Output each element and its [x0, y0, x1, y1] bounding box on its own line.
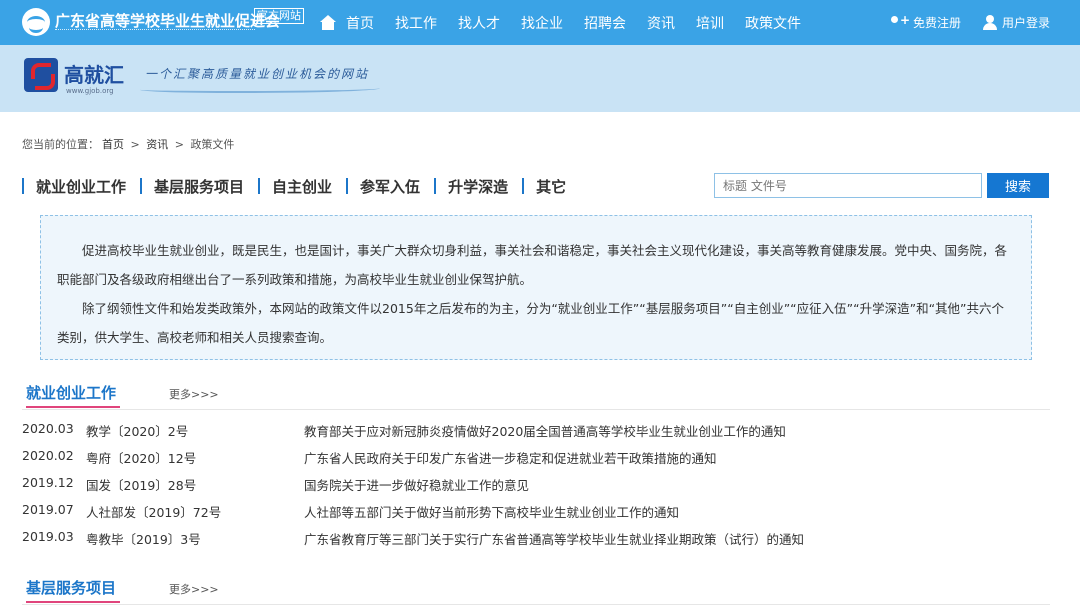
login-link[interactable]: 用户登录 — [982, 14, 1050, 31]
policy-date: 2019.03 — [22, 529, 74, 544]
home-icon[interactable] — [320, 14, 336, 31]
brand-name: 高就汇 — [64, 63, 124, 87]
section-title-underline — [26, 601, 120, 603]
nav-find-job[interactable]: 找工作 — [395, 13, 437, 33]
policy-doc-number: 人社部发〔2019〕72号 — [86, 505, 222, 520]
brand-domain: www.gjob.org — [66, 87, 114, 95]
nav-training[interactable]: 培训 — [696, 13, 724, 33]
section-title: 基层服务项目 — [26, 579, 117, 597]
section-grassroots-service: 基层服务项目 更多>>> — [22, 575, 1050, 605]
search-input[interactable] — [714, 173, 982, 198]
tab-divider — [346, 178, 349, 194]
tab-label: 其它 — [536, 177, 567, 196]
tab-label: 参军入伍 — [360, 177, 421, 196]
top-navbar: 广东省高等学校毕业生就业促进会 官方网站 首页 找工作 找人才 找企业 招聘会 … — [0, 0, 1080, 45]
association-logo-icon — [22, 8, 50, 36]
tab-divider — [434, 178, 437, 194]
section-header: 基层服务项目 更多>>> — [22, 575, 1050, 605]
official-site-badge: 官方网站 — [254, 8, 304, 24]
breadcrumb-home[interactable]: 首页 — [102, 138, 124, 151]
brand-banner: 高就汇 www.gjob.org 一个汇聚高质量就业创业机会的网站 — [0, 45, 1080, 112]
slogan-swoosh — [140, 85, 380, 93]
breadcrumb-current: 政策文件 — [190, 138, 235, 151]
policy-doc-number: 粤府〔2020〕12号 — [86, 451, 197, 466]
policy-doc-number: 粤教毕〔2019〕3号 — [86, 532, 201, 547]
tab-military-enlistment[interactable]: 参军入伍 — [346, 176, 434, 197]
policy-title[interactable]: 广东省人民政府关于印发广东省进一步稳定和促进就业若干政策措施的通知 — [304, 448, 717, 467]
policy-row[interactable]: 2020.02 粤府〔2020〕12号 广东省人民政府关于印发广东省进一步稳定和… — [22, 448, 1050, 475]
tab-employment-entrepreneurship[interactable]: 就业创业工作 — [22, 176, 140, 197]
tab-label: 升学深造 — [448, 177, 509, 196]
register-label: 免费注册 — [912, 16, 961, 30]
site-name: 广东省高等学校毕业生就业促进会 — [55, 12, 281, 30]
category-tabs: 就业创业工作 基层服务项目 自主创业 参军入伍 升学深造 其它 — [22, 175, 580, 197]
policy-date: 2020.03 — [22, 421, 74, 436]
intro-paragraph: 除了纲领性文件和始发类政策外，本网站的政策文件以2015年之后发布的为主，分为“… — [57, 301, 1005, 345]
nav-job-fair[interactable]: 招聘会 — [584, 13, 626, 33]
brand-slogan: 一个汇聚高质量就业创业机会的网站 — [145, 67, 370, 81]
tab-other[interactable]: 其它 — [522, 176, 580, 197]
tab-divider — [140, 178, 143, 194]
policy-doc-number: 国发〔2019〕28号 — [86, 478, 197, 493]
search-button[interactable]: 搜索 — [987, 173, 1049, 198]
policy-date: 2019.12 — [22, 475, 74, 490]
section-employment-entrepreneurship: 就业创业工作 更多>>> 2020.03 教学〔2020〕2号 教育部关于应对新… — [22, 380, 1050, 556]
nav-find-talent[interactable]: 找人才 — [458, 13, 500, 33]
policy-doc-number: 教学〔2020〕2号 — [86, 424, 189, 439]
policy-title[interactable]: 国务院关于进一步做好稳就业工作的意见 — [304, 475, 529, 494]
more-link[interactable]: 更多>>> — [169, 581, 219, 597]
site-name-underline — [55, 29, 255, 33]
nav-news[interactable]: 资讯 — [647, 13, 675, 33]
breadcrumb: 您当前的位置： 首页 > 资讯 > 政策文件 — [22, 136, 237, 152]
nav-policy-docs[interactable]: 政策文件 — [745, 13, 801, 33]
tab-divider — [22, 178, 24, 194]
main-nav: 首页 找工作 找人才 找企业 招聘会 资讯 培训 政策文件 — [320, 0, 822, 45]
section-title-underline — [26, 406, 120, 408]
policy-list: 2020.03 教学〔2020〕2号 教育部关于应对新冠肺炎疫情做好2020届全… — [22, 421, 1050, 556]
breadcrumb-news[interactable]: 资讯 — [146, 138, 168, 151]
tab-label: 就业创业工作 — [36, 177, 127, 196]
login-label: 用户登录 — [1001, 16, 1050, 30]
auth-links: 免费注册 用户登录 — [867, 0, 1050, 45]
tab-grassroots-service[interactable]: 基层服务项目 — [140, 176, 258, 197]
site-logo[interactable]: 广东省高等学校毕业生就业促进会 官方网站 — [22, 5, 312, 41]
intro-paragraph: 促进高校毕业生就业创业，既是民生，也是国计，事关广大群众切身利益，事关社会和谐稳… — [57, 243, 1008, 287]
tab-further-study[interactable]: 升学深造 — [434, 176, 522, 197]
breadcrumb-separator: > — [174, 138, 184, 151]
tab-divider — [522, 178, 525, 194]
section-title: 就业创业工作 — [26, 384, 117, 402]
tab-self-employment[interactable]: 自主创业 — [258, 176, 346, 197]
breadcrumb-prefix: 您当前的位置： — [22, 138, 99, 151]
policy-title[interactable]: 教育部关于应对新冠肺炎疫情做好2020届全国普通高等学校毕业生就业创业工作的通知 — [304, 421, 786, 440]
brand-logo-icon[interactable] — [24, 58, 58, 92]
tab-label: 自主创业 — [272, 177, 333, 196]
nav-find-company[interactable]: 找企业 — [521, 13, 563, 33]
more-link[interactable]: 更多>>> — [169, 386, 219, 402]
section-header: 就业创业工作 更多>>> — [22, 380, 1050, 410]
intro-box: 促进高校毕业生就业创业，既是民生，也是国计，事关广大群众切身利益，事关社会和谐稳… — [40, 215, 1032, 360]
policy-date: 2019.07 — [22, 502, 74, 517]
user-add-icon — [889, 13, 910, 30]
policy-date: 2020.02 — [22, 448, 74, 463]
tab-label: 基层服务项目 — [154, 177, 245, 196]
policy-title[interactable]: 人社部等五部门关于做好当前形势下高校毕业生就业创业工作的通知 — [304, 502, 679, 521]
policy-title[interactable]: 广东省教育厅等三部门关于实行广东省普通高等学校毕业生就业择业期政策（试行）的通知 — [304, 529, 804, 548]
policy-row[interactable]: 2020.03 教学〔2020〕2号 教育部关于应对新冠肺炎疫情做好2020届全… — [22, 421, 1050, 448]
nav-home[interactable]: 首页 — [346, 13, 374, 33]
policy-row[interactable]: 2019.03 粤教毕〔2019〕3号 广东省教育厅等三部门关于实行广东省普通高… — [22, 529, 1050, 556]
policy-row[interactable]: 2019.12 国发〔2019〕28号 国务院关于进一步做好稳就业工作的意见 — [22, 475, 1050, 502]
policy-row[interactable]: 2019.07 人社部发〔2019〕72号 人社部等五部门关于做好当前形势下高校… — [22, 502, 1050, 529]
user-icon — [982, 15, 997, 30]
tab-divider — [258, 178, 261, 194]
register-link[interactable]: 免费注册 — [889, 13, 961, 31]
breadcrumb-separator: > — [130, 138, 140, 151]
